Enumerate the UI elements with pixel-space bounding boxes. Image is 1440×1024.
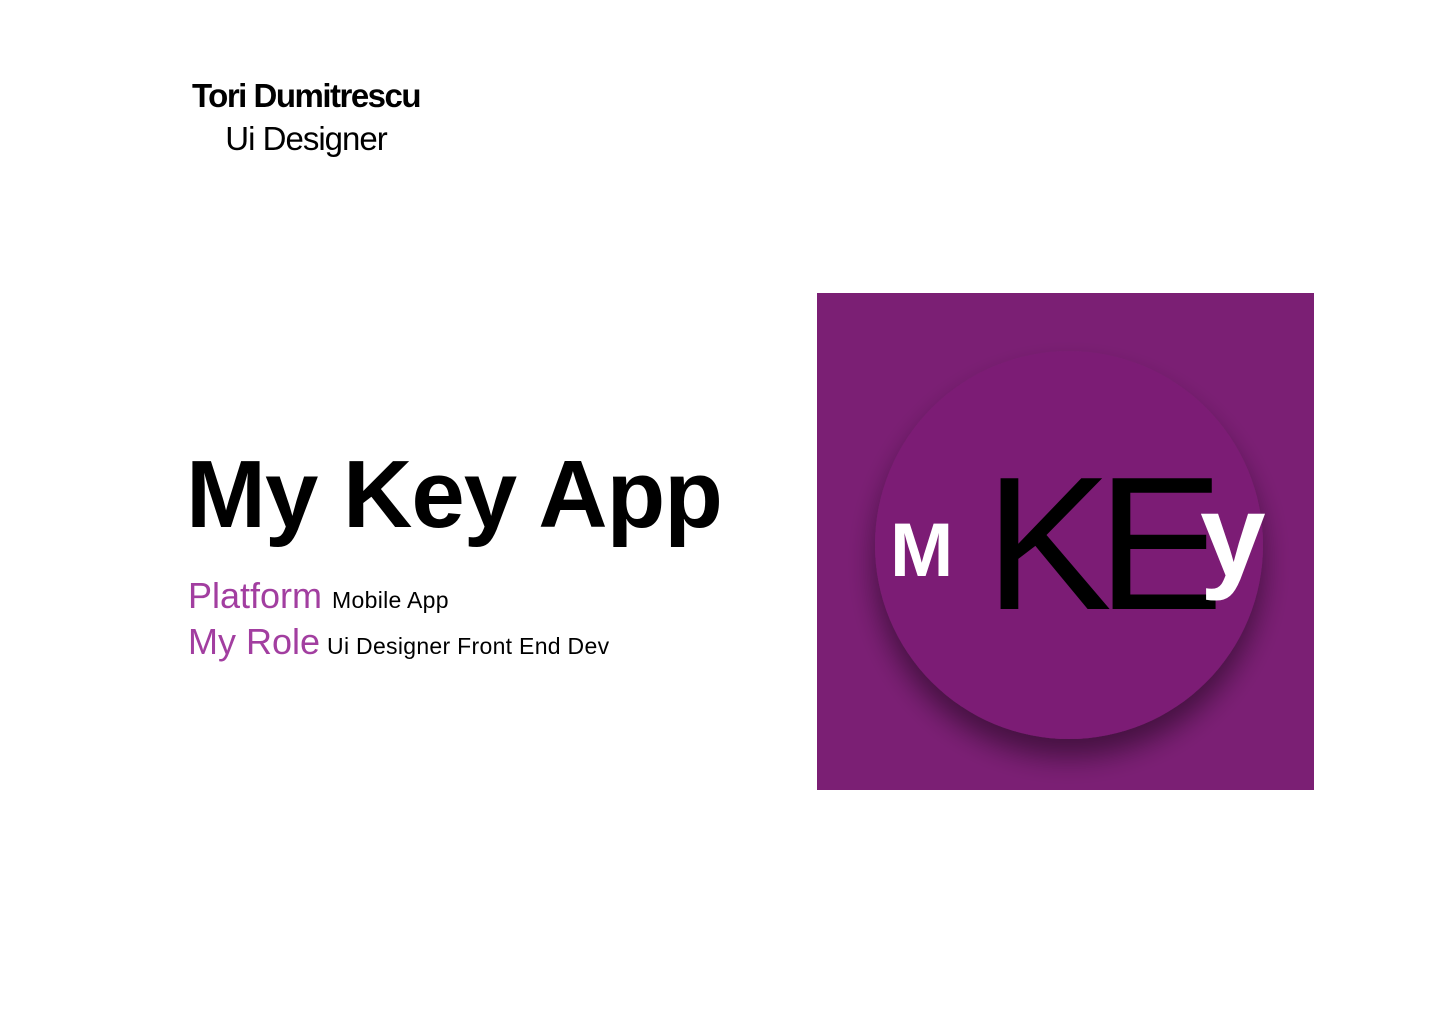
platform-value: Mobile App (332, 587, 449, 613)
author-block: Tori Dumitrescu Ui Designer (188, 74, 424, 160)
logo-letter-k: K (985, 438, 1112, 650)
app-logo-graphic: M K E y (817, 293, 1314, 790)
project-title: My Key App (186, 441, 723, 548)
author-role: Ui Designer (225, 120, 387, 157)
platform-row: Platform Mobile App (188, 573, 609, 619)
logo-letter-m: M (890, 508, 953, 593)
role-value: Ui Designer Front End Dev (327, 633, 610, 659)
role-label: My Role (188, 621, 321, 662)
logo-letter-y: y (1200, 470, 1266, 602)
platform-label: Platform (188, 575, 323, 616)
app-logo: M K E y (817, 293, 1314, 790)
project-meta: Platform Mobile App My Role Ui Designer … (188, 573, 609, 665)
role-row: My Role Ui Designer Front End Dev (188, 619, 609, 665)
author-name: Tori Dumitrescu (191, 77, 422, 114)
